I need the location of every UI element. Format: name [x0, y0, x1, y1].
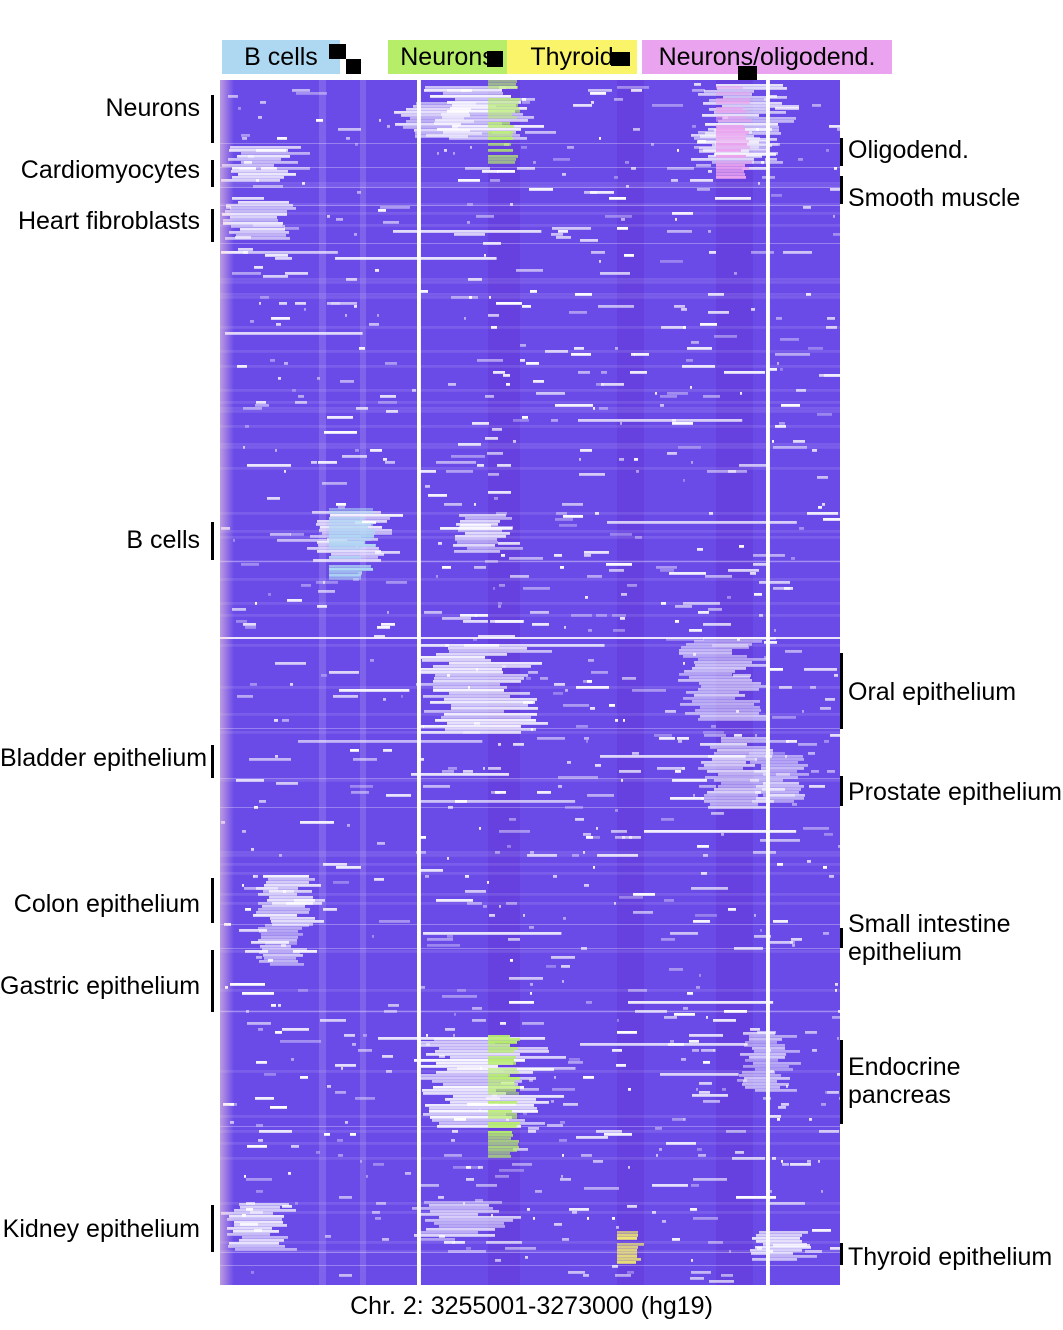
marker-square-icon [611, 52, 630, 66]
axis-label-text: Colon epithelium [13, 890, 200, 918]
axis-tick-endocrine [840, 1040, 843, 1124]
marker-banner-thyroid: Thyroid [507, 40, 637, 74]
axis-label-b-cells: B cells [0, 526, 200, 554]
axis-tick-bladder-epithelium [211, 745, 214, 778]
marker-square-icon [346, 59, 361, 74]
axis-label-text: Kidney epithelium [2, 1215, 200, 1243]
axis-label-text: Smooth muscle [848, 184, 1021, 212]
axis-label-text: Oligodend. [848, 136, 969, 164]
marker-square-icon [487, 51, 503, 67]
axis-label-bladder-epithelium: Bladder epithelium [0, 744, 208, 772]
axis-label-text: Small intestine [848, 910, 1011, 938]
axis-label-kidney-epithelium: Kidney epithelium [0, 1215, 200, 1243]
axis-label-oligodend: Oligodend. [848, 136, 1063, 164]
axis-tick-oligodend [840, 138, 843, 166]
axis-label-text-line2: epithelium [848, 938, 962, 966]
axis-tick-thyroid-epithelium [840, 1243, 843, 1265]
axis-label-text: Prostate epithelium [848, 778, 1063, 806]
marker-banner-neurons-oligodend: Neurons/oligodend. [642, 40, 892, 84]
marker-banner-label: Thyroid [530, 42, 614, 71]
axis-label-prostate-epithelium: Prostate epithelium [848, 778, 1063, 806]
marker-banner-label: Neurons/oligodend. [658, 42, 876, 71]
axis-tick-b-cells [211, 522, 214, 560]
axis-label-text: Thyroid epithelium [848, 1243, 1053, 1271]
axis-tick-neurons [211, 95, 214, 143]
axis-label-cardiomyocytes: Cardiomyocytes [0, 156, 200, 184]
axis-tick-prostate-epithelium [840, 776, 843, 806]
axis-label-thyroid-epithelium: Thyroid epithelium [848, 1243, 1063, 1271]
axis-tick-cardiomyocytes [211, 160, 214, 187]
axis-label-text: Cardiomyocytes [20, 156, 200, 184]
axis-label-neurons: Neurons [0, 94, 201, 122]
axis-label-text: Bladder epithelium [0, 744, 208, 772]
axis-label-smooth-muscle: Smooth muscle [848, 184, 1063, 212]
methylation-heatmap-figure: B cells Neurons Thyroid Neurons/oligodend. … [0, 0, 1063, 1330]
axis-label-text: Heart fibroblasts [17, 207, 200, 235]
axis-tick-colon-epithelium [211, 878, 214, 923]
axis-label-text: B cells [126, 526, 200, 554]
axis-label-colon-epithelium: Colon epithelium [0, 890, 200, 918]
axis-tick-heart-fibroblasts [211, 209, 214, 242]
genomic-coordinate-caption: Chr. 2: 3255001-3273000 (hg19) [350, 1292, 713, 1320]
axis-tick-small-intestine [840, 928, 843, 948]
marker-banner-label: B cells [244, 42, 318, 71]
axis-tick-gastric-epithelium [211, 950, 214, 1012]
axis-label-oral-epithelium: Oral epithelium [848, 678, 1063, 706]
axis-label-text: Oral epithelium [848, 678, 1017, 706]
axis-label-small-intestine: Small intestine epithelium [848, 910, 1063, 966]
axis-tick-kidney-epithelium [211, 1205, 214, 1252]
heatmap-plot [220, 80, 840, 1285]
axis-label-text-line2: pancreas [848, 1081, 951, 1109]
marker-square-icon [329, 44, 346, 59]
axis-tick-smooth-muscle [840, 176, 843, 204]
axis-label-text: Neurons [105, 94, 201, 122]
axis-label-endocrine: Endocrine pancreas [848, 1053, 1063, 1109]
axis-label-heart-fibroblasts: Heart fibroblasts [0, 207, 200, 235]
marker-banner-neurons: Neurons [388, 40, 507, 74]
axis-tick-oral-epithelium [840, 653, 843, 729]
axis-label-gastric-epithelium: Gastric epithelium [0, 972, 200, 1000]
heatmap-canvas [220, 80, 840, 1285]
axis-label-text: Endocrine [848, 1053, 961, 1081]
marker-banner-b-cells: B cells [222, 40, 361, 74]
axis-label-text: Gastric epithelium [0, 972, 201, 1000]
